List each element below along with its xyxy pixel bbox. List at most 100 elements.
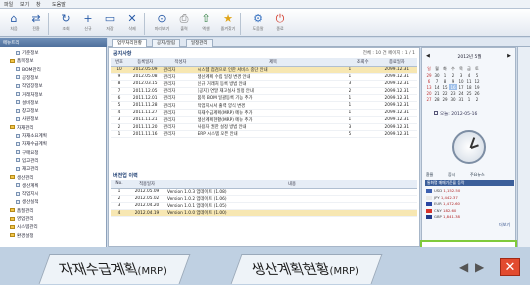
table-row[interactable]: 10 2012.05.09 관리자 시스템 점검으로 인한 서비스 중단 안내 1 209…: [111, 66, 417, 74]
tab-schedule[interactable]: 일정관리: [186, 39, 213, 47]
calendar-prev-icon[interactable]: ◀: [426, 53, 430, 59]
column-header[interactable]: 제목: [197, 58, 349, 67]
save-button[interactable]: ▭ 저장: [100, 12, 120, 36]
calendar-day[interactable]: 26: [473, 90, 481, 96]
refresh-button[interactable]: ↻ 조회: [56, 12, 76, 36]
tree-item[interactable]: 생산실적: [16, 199, 39, 205]
calendar-day[interactable]: 17: [457, 84, 465, 90]
menu-file[interactable]: 파일: [4, 1, 13, 8]
tree-item[interactable]: 작업지시: [16, 191, 39, 197]
tree-item[interactable]: 시스템관리: [10, 224, 38, 230]
home-button[interactable]: ⌂ 처음: [4, 12, 24, 36]
calendar-day[interactable]: 10: [457, 78, 465, 84]
tree-item[interactable]: 작업장정보: [16, 83, 43, 89]
exit-button[interactable]: ⏻ 종료: [270, 12, 290, 36]
exchange-more-link[interactable]: 더보기: [499, 222, 510, 228]
column-header[interactable]: 등록일자: [127, 58, 164, 67]
tree-item[interactable]: BOM관리: [16, 67, 41, 73]
prev-icon[interactable]: ◀: [459, 260, 468, 274]
print-button[interactable]: ⎙ 출력: [174, 12, 194, 36]
tree-item[interactable]: 구매요청: [16, 150, 39, 156]
tree-item[interactable]: 생산관리: [10, 175, 34, 181]
column-header[interactable]: 종료일자: [376, 58, 417, 67]
calendar-day[interactable]: 30: [433, 72, 441, 78]
calendar-day[interactable]: 21: [433, 90, 441, 96]
calendar-day[interactable]: 11: [465, 78, 473, 84]
tab-news[interactable]: 주요뉴스: [470, 172, 485, 178]
tree-item[interactable]: 거래처정보: [16, 92, 43, 98]
tree-item[interactable]: 공정정보: [16, 75, 39, 81]
tree-item[interactable]: 자재소요계획: [16, 133, 47, 139]
calendar-day[interactable]: 19: [473, 84, 481, 90]
column-header[interactable]: 내용: [167, 180, 417, 189]
calendar-day[interactable]: 14: [433, 84, 441, 90]
column-header[interactable]: 번호: [111, 58, 128, 67]
calendar-day[interactable]: 22: [441, 90, 449, 96]
banner-tab-production-plan[interactable]: 생산계획현황(MRP): [230, 254, 383, 284]
tree-item[interactable]: 기준정보: [16, 50, 39, 56]
tab-exchange[interactable]: 환율: [426, 172, 433, 178]
calendar-day[interactable]: 18: [465, 84, 473, 90]
table-row[interactable]: 6 2011.12.01 관리자 품목 BOM 일괄등록 기능 추가 1 2099.12.…: [111, 94, 417, 103]
calendar-day[interactable]: 29: [441, 96, 449, 102]
calendar-day[interactable]: 2: [473, 96, 481, 102]
excel-button[interactable]: ⇧ 엑셀: [196, 12, 216, 36]
calendar-day[interactable]: 24: [457, 90, 465, 96]
table-row[interactable]: 5 2011.11.28 관리자 작업지시서 출력 양식 변경 1 2099.12.31: [111, 101, 417, 110]
calendar-day[interactable]: 27: [425, 96, 433, 102]
switch-button[interactable]: ⇄ 전환: [26, 12, 46, 36]
table-row[interactable]: 9 2012.05.08 관리자 생산계획 수립 일정 변경 안내 1 2099.12.3…: [111, 73, 417, 81]
calendar-day[interactable]: 31: [457, 96, 465, 102]
calendar-today[interactable]: 오늘: 2012-05-16: [434, 111, 477, 117]
table-row[interactable]: 2 2011.11.20 관리자 사용자 권한 설정 방법 안내 3 2099.12.31: [111, 123, 417, 132]
column-header[interactable]: 적용일자: [127, 180, 167, 189]
calendar-next-icon[interactable]: ▶: [507, 53, 511, 59]
tree-item[interactable]: 생산계획: [16, 183, 39, 189]
calendar-day[interactable]: 16: [449, 84, 457, 90]
tree-item[interactable]: 설비정보: [16, 100, 39, 106]
calendar-day[interactable]: 12: [473, 78, 481, 84]
column-header[interactable]: 작성자: [163, 58, 198, 67]
tree-item[interactable]: 자재수급계획: [16, 141, 47, 147]
menu-help[interactable]: 도움말: [52, 1, 66, 8]
calendar-day[interactable]: 15: [441, 84, 449, 90]
tree-item[interactable]: 자재관리: [10, 125, 34, 131]
calendar-day[interactable]: 1: [465, 96, 473, 102]
tree-item[interactable]: 사원정보: [16, 116, 39, 122]
table-row[interactable]: 4 2012.04.19 Version 1.0.0 업데이트 (1.00): [111, 209, 417, 218]
column-header[interactable]: No.: [111, 180, 127, 189]
tab-stock[interactable]: 증시: [448, 172, 455, 178]
tree-item[interactable]: 품질관리: [10, 208, 34, 214]
tab-work-status[interactable]: 업무처리현황: [112, 39, 147, 47]
calendar-day[interactable]: 13: [425, 84, 433, 90]
menu-window[interactable]: 창: [36, 1, 41, 8]
calendar-day[interactable]: 29: [425, 72, 433, 78]
tree-item[interactable]: 환경설정: [10, 233, 34, 239]
tree-item[interactable]: 창고정보: [16, 108, 39, 114]
table-row[interactable]: 1 2011.11.16 관리자 ERP 시스템 오픈 안내 5 2099.12.31: [111, 130, 417, 139]
table-row[interactable]: 3 2012.04.20 Version 1.0.1 업데이트 (1.05): [111, 202, 417, 211]
menu-view[interactable]: 보기: [20, 1, 29, 8]
tab-notice[interactable]: 공지/알림: [152, 39, 181, 47]
calendar-day[interactable]: 25: [465, 90, 473, 96]
new-button[interactable]: + 신규: [78, 12, 98, 36]
table-row[interactable]: 7 2011.12.05 관리자 [공지] 연말 재고실사 일정 안내 2 2099.12…: [111, 87, 417, 96]
banner-tab-mrp-supply[interactable]: 자재수급계획(MRP): [38, 254, 191, 284]
tree-item[interactable]: 품목정보: [10, 58, 34, 64]
tree-item[interactable]: 영업관리: [10, 216, 34, 222]
calendar-day[interactable]: 30: [449, 96, 457, 102]
calendar-day[interactable]: 28: [433, 96, 441, 102]
close-icon[interactable]: ✕: [500, 258, 520, 276]
help-button[interactable]: ⚙ 도움말: [248, 12, 268, 36]
tree-item[interactable]: 입고관리: [16, 158, 39, 164]
table-row[interactable]: 3 2011.11.21 관리자 생산계획현황(MRP) 메뉴 추가 1 2099.12.…: [111, 116, 417, 125]
delete-button[interactable]: ✕ 삭제: [122, 12, 142, 36]
table-row[interactable]: 4 2011.11.27 관리자 자재수급계획(MRP) 메뉴 추가 1 2099.12.…: [111, 109, 417, 117]
table-row[interactable]: 1 2012.05.09 Version 1.0.3 업데이트 (1.08): [111, 188, 417, 196]
tree-item[interactable]: 재고관리: [16, 166, 39, 172]
table-row[interactable]: 8 2012.03.15 관리자 신규 거래처 등록 방법 안내 3 2099.12.31: [111, 80, 417, 89]
column-header[interactable]: 조회수: [348, 58, 377, 67]
calendar-day[interactable]: 23: [449, 90, 457, 96]
table-row[interactable]: 2 2012.05.02 Version 1.0.2 업데이트 (1.06): [111, 195, 417, 203]
calendar-day[interactable]: 20: [425, 90, 433, 96]
